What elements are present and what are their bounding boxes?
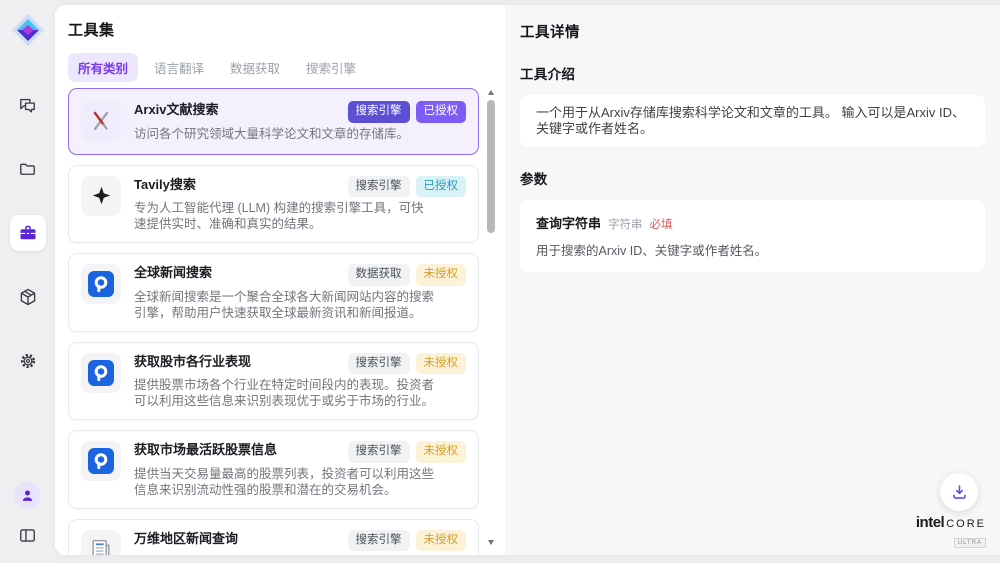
category-tab-0[interactable]: 所有类别 [68,53,138,82]
tool-description: 查询具体行政区划内的新闻，快速了解各地新闻动 [134,554,436,555]
intro-heading: 工具介绍 [520,63,985,83]
category-tab-3[interactable]: 搜索引擎 [296,53,366,82]
scrollbar-up-arrow-icon[interactable] [488,90,494,95]
folder-icon[interactable] [10,151,46,187]
tool-details-pane: 工具详情 工具介绍 一个用于从Arxiv存储库搜索科学论文和文章的工具。 输入可… [505,5,1000,555]
param-card: 查询字符串 字符串 必填 用于搜索的Arxiv ID、关键字或作者姓名。 [520,200,985,272]
tool-list: Arxiv文献搜索 搜索引擎 已授权 访问各个研究领域大量科学论文和文章的存储库… [68,88,479,555]
category-badge: 搜索引擎 [348,176,410,198]
tool-description: 提供股票市场各个行业在特定时间段内的表现。投资者可以利用这些信息来识别表现优于或… [134,377,436,409]
tool-list-item[interactable]: 全球新闻搜索 数据获取 未授权 全球新闻搜索是一个聚合全球各大新闻网站内容的搜索… [68,253,479,332]
status-badge: 已授权 [416,176,467,198]
tool-description: 提供当天交易量最高的股票列表，投资者可以利用这些信息来识别流动性强的股票和潜在的… [134,466,436,498]
app-logo-icon[interactable] [11,13,45,47]
tool-description: 专为人工智能代理 (LLM) 构建的搜索引擎工具，可快速提供实时、准确和真实的结… [134,200,436,232]
status-badge: 已授权 [416,101,467,123]
category-tabs: 所有类别语言翻译数据获取搜索引擎 [68,53,505,82]
tool-list-item[interactable]: 万维地区新闻查询 搜索引擎 未授权 查询具体行政区划内的新闻，快速了解各地新闻动 [68,519,479,556]
tool-description: 访问各个研究领域大量科学论文和文章的存储库。 [134,126,436,142]
tool-name: Arxiv文献搜索 [134,101,219,118]
tool-name: 获取市场最活跃股票信息 [134,441,277,458]
category-badge: 搜索引擎 [348,353,410,375]
tool-name: Tavily搜索 [134,176,196,193]
juhe-q-logo-icon [81,353,121,393]
category-badge: 数据获取 [348,264,410,286]
intro-card: 一个用于从Arxiv存储库搜索科学论文和文章的工具。 输入可以是Arxiv ID… [520,95,985,147]
intel-wordmark: intel [916,514,944,531]
tool-name: 万维地区新闻查询 [134,530,238,547]
chat-icon[interactable] [10,87,46,123]
param-type: 字符串 [608,216,643,232]
download-icon [950,483,969,502]
newspaper-icon [81,530,121,556]
panel-layout-icon[interactable] [14,521,42,549]
status-badge: 未授权 [416,530,467,552]
param-required-flag: 必填 [650,216,673,232]
scrollbar-down-arrow-icon[interactable] [488,540,494,545]
tool-list-item[interactable]: Arxiv文献搜索 搜索引擎 已授权 访问各个研究领域大量科学论文和文章的存储库… [68,88,479,155]
download-button[interactable] [940,473,978,511]
category-tab-2[interactable]: 数据获取 [220,53,290,82]
status-badge: 未授权 [416,353,467,375]
param-description: 用于搜索的Arxiv ID、关键字或作者姓名。 [536,240,969,259]
tool-description: 全球新闻搜索是一个聚合全球各大新闻网站内容的搜索引擎，帮助用户快速获取全球最新资… [134,289,436,321]
category-badge: 搜索引擎 [348,101,410,123]
toolbox-icon[interactable] [10,215,46,251]
juhe-q-logo-icon [81,441,121,481]
package-icon[interactable] [10,279,46,315]
tool-name: 获取股市各行业表现 [134,353,251,370]
status-badge: 未授权 [416,264,467,286]
scrollbar-thumb[interactable] [487,100,495,233]
tool-name: 全球新闻搜索 [134,264,212,281]
rail-nav [10,87,46,379]
user-avatar-icon[interactable] [14,482,41,509]
category-badge: 搜索引擎 [348,530,410,552]
core-wordmark: core [946,518,986,530]
param-name: 查询字符串 [536,213,601,232]
tool-list-item[interactable]: 获取市场最活跃股票信息 搜索引擎 未授权 提供当天交易量最高的股票列表，投资者可… [68,430,479,509]
tavily-star-icon [81,176,121,216]
left-rail [0,0,55,563]
tool-list-item[interactable]: 获取股市各行业表现 搜索引擎 未授权 提供股票市场各个行业在特定时间段内的表现。… [68,342,479,421]
juhe-q-logo-icon [81,264,121,304]
arxiv-logo-icon [81,101,121,141]
scrollbar[interactable] [485,88,497,547]
intel-core-logo: intel core ultra [910,514,986,549]
params-heading: 参数 [520,168,985,188]
status-badge: 未授权 [416,441,467,463]
main-shell: 工具集 所有类别语言翻译数据获取搜索引擎 Arxiv文献搜索 搜索引擎 已授权 … [55,5,1000,555]
category-tab-1[interactable]: 语言翻译 [144,53,214,82]
ultra-badge: ultra [954,538,986,548]
tool-list-item[interactable]: Tavily搜索 搜索引擎 已授权 专为人工智能代理 (LLM) 构建的搜索引擎… [68,165,479,244]
settings-gear-icon[interactable] [10,343,46,379]
details-title: 工具详情 [520,21,985,42]
tools-pane: 工具集 所有类别语言翻译数据获取搜索引擎 Arxiv文献搜索 搜索引擎 已授权 … [55,5,505,555]
rail-bottom [14,482,42,549]
category-badge: 搜索引擎 [348,441,410,463]
tools-pane-title: 工具集 [68,19,505,40]
